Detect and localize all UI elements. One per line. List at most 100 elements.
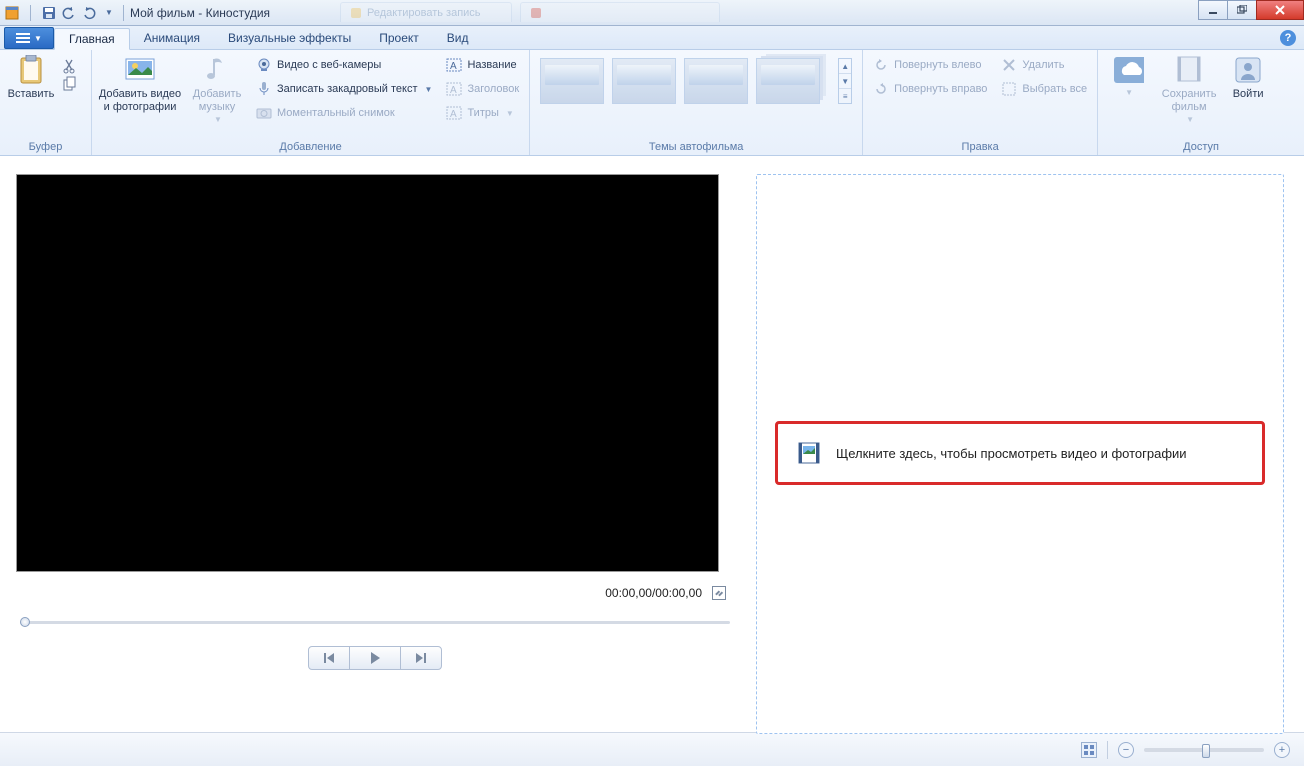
filmstrip-icon <box>798 442 820 464</box>
title-button[interactable]: A Название <box>442 54 523 76</box>
previous-frame-button[interactable] <box>308 646 350 670</box>
group-editing: Повернуть влево Повернуть вправо Удалить… <box>863 50 1098 155</box>
timeline-drop-area[interactable]: Щелкните здесь, чтобы просмотреть видео … <box>756 174 1284 734</box>
fullscreen-icon[interactable] <box>712 586 726 600</box>
redo-icon[interactable] <box>81 5 97 21</box>
view-mode-thumbnails-icon[interactable] <box>1081 742 1097 758</box>
user-icon <box>1232 54 1264 86</box>
timeline-pane: Щелкните здесь, чтобы просмотреть видео … <box>750 156 1304 732</box>
group-share: ▼ Сохранить фильм ▼ Войти Доступ <box>1098 50 1304 155</box>
cloud-icon <box>1112 54 1144 86</box>
credits-button[interactable]: A Титры ▼ <box>442 102 523 124</box>
ribbon-tabs: ▼ Главная Анимация Визуальные эффекты Пр… <box>0 26 1304 50</box>
tab-project[interactable]: Проект <box>365 27 433 49</box>
chevron-down-icon: ▼ <box>214 115 222 124</box>
cloud-share-button[interactable]: ▼ <box>1104 54 1152 97</box>
tab-animation[interactable]: Анимация <box>130 27 214 49</box>
caption-button[interactable]: A Заголовок <box>442 78 523 100</box>
qat-separator <box>30 5 31 21</box>
chevron-down-icon: ▼ <box>1186 115 1194 124</box>
maximize-button[interactable] <box>1227 0 1257 20</box>
seek-thumb[interactable] <box>20 617 30 627</box>
theme-thumbnail[interactable] <box>540 58 604 104</box>
group-add: Добавить видео и фотографии Добавить муз… <box>92 50 530 155</box>
rotate-right-button[interactable]: Повернуть вправо <box>869 78 991 100</box>
background-tab <box>520 2 720 22</box>
tab-home[interactable]: Главная <box>54 28 130 50</box>
svg-text:A: A <box>450 109 457 120</box>
microphone-icon <box>256 81 272 97</box>
svg-text:A: A <box>450 61 457 72</box>
close-button[interactable] <box>1256 0 1304 20</box>
theme-thumbnail[interactable] <box>684 58 748 104</box>
cut-icon[interactable] <box>62 58 78 74</box>
rotate-left-icon <box>873 57 889 73</box>
webcam-icon <box>256 57 272 73</box>
snapshot-button[interactable]: Моментальный снимок <box>252 102 436 124</box>
select-all-button[interactable]: Выбрать все <box>997 78 1091 100</box>
seek-track <box>20 621 730 624</box>
background-browser-tabs: Редактировать запись <box>340 2 720 22</box>
playback-controls <box>16 646 734 670</box>
theme-thumbnail[interactable] <box>756 58 820 104</box>
gallery-scroll[interactable]: ▲ ▼ ≡ <box>838 58 852 104</box>
play-button[interactable] <box>349 646 401 670</box>
chevron-down-icon: ▼ <box>1125 88 1133 97</box>
zoom-slider[interactable] <box>1144 748 1264 752</box>
sign-in-button[interactable]: Войти <box>1226 54 1270 101</box>
workspace: 00:00,00/00:00,00 Щелкните зд <box>0 156 1304 732</box>
zoom-in-button[interactable]: + <box>1274 742 1290 758</box>
svg-text:A: A <box>450 85 457 96</box>
file-menu-button[interactable]: ▼ <box>4 27 54 49</box>
minimize-button[interactable] <box>1198 0 1228 20</box>
ribbon: Вставить Буфер Добавить видео и фотограф… <box>0 50 1304 156</box>
browse-media-callout[interactable]: Щелкните здесь, чтобы просмотреть видео … <box>775 421 1265 485</box>
theme-gallery[interactable]: ▲ ▼ ≡ <box>536 54 856 108</box>
quick-access-toolbar: ▼ <box>0 5 117 21</box>
caption-text-icon: A <box>446 81 462 97</box>
save-icon[interactable] <box>41 5 57 21</box>
add-music-button[interactable]: Добавить музыку ▼ <box>188 54 246 124</box>
seek-bar[interactable] <box>20 616 730 628</box>
tab-view[interactable]: Вид <box>433 27 483 49</box>
qat-dropdown-icon[interactable]: ▼ <box>101 5 117 21</box>
delete-icon <box>1001 57 1017 73</box>
copy-icon[interactable] <box>62 76 78 92</box>
chevron-down-icon[interactable]: ▼ <box>839 74 851 89</box>
window-controls <box>1199 0 1304 20</box>
chevron-down-icon: ▼ <box>506 109 514 118</box>
playback-time: 00:00,00/00:00,00 <box>605 586 702 600</box>
status-bar: − + <box>0 732 1304 766</box>
chevron-down-icon: ▼ <box>34 34 42 43</box>
rotate-right-icon <box>873 81 889 97</box>
help-icon[interactable]: ? <box>1280 30 1296 46</box>
status-separator <box>1107 741 1108 759</box>
background-tab: Редактировать запись <box>340 2 512 22</box>
chevron-up-icon[interactable]: ▲ <box>839 59 851 74</box>
clipboard-icon <box>15 54 47 86</box>
group-label-clipboard: Буфер <box>6 139 85 153</box>
add-videos-photos-button[interactable]: Добавить видео и фотографии <box>98 54 182 113</box>
photo-icon <box>124 54 156 86</box>
save-movie-button[interactable]: Сохранить фильм ▼ <box>1158 54 1220 124</box>
film-reel-icon <box>1173 54 1205 86</box>
paste-button[interactable]: Вставить <box>6 54 56 101</box>
delete-button[interactable]: Удалить <box>997 54 1091 76</box>
video-preview[interactable] <box>16 174 719 572</box>
window-title: Мой фильм - Киностудия <box>130 6 270 20</box>
group-label-share: Доступ <box>1104 139 1298 153</box>
group-label-automovie: Темы автофильма <box>536 139 856 153</box>
preview-pane: 00:00,00/00:00,00 <box>0 156 750 732</box>
tab-visual-effects[interactable]: Визуальные эффекты <box>214 27 365 49</box>
theme-thumbnail[interactable] <box>612 58 676 104</box>
zoom-out-button[interactable]: − <box>1118 742 1134 758</box>
undo-icon[interactable] <box>61 5 77 21</box>
rotate-left-button[interactable]: Повернуть влево <box>869 54 991 76</box>
webcam-video-button[interactable]: Видео с веб-камеры <box>252 54 436 76</box>
credits-text-icon: A <box>446 105 462 121</box>
gallery-expand-icon[interactable]: ≡ <box>839 89 851 103</box>
next-frame-button[interactable] <box>400 646 442 670</box>
title-bar: ▼ Мой фильм - Киностудия Редактировать з… <box>0 0 1304 26</box>
group-label-add: Добавление <box>98 139 523 153</box>
record-narration-button[interactable]: Записать закадровый текст ▼ <box>252 78 436 100</box>
